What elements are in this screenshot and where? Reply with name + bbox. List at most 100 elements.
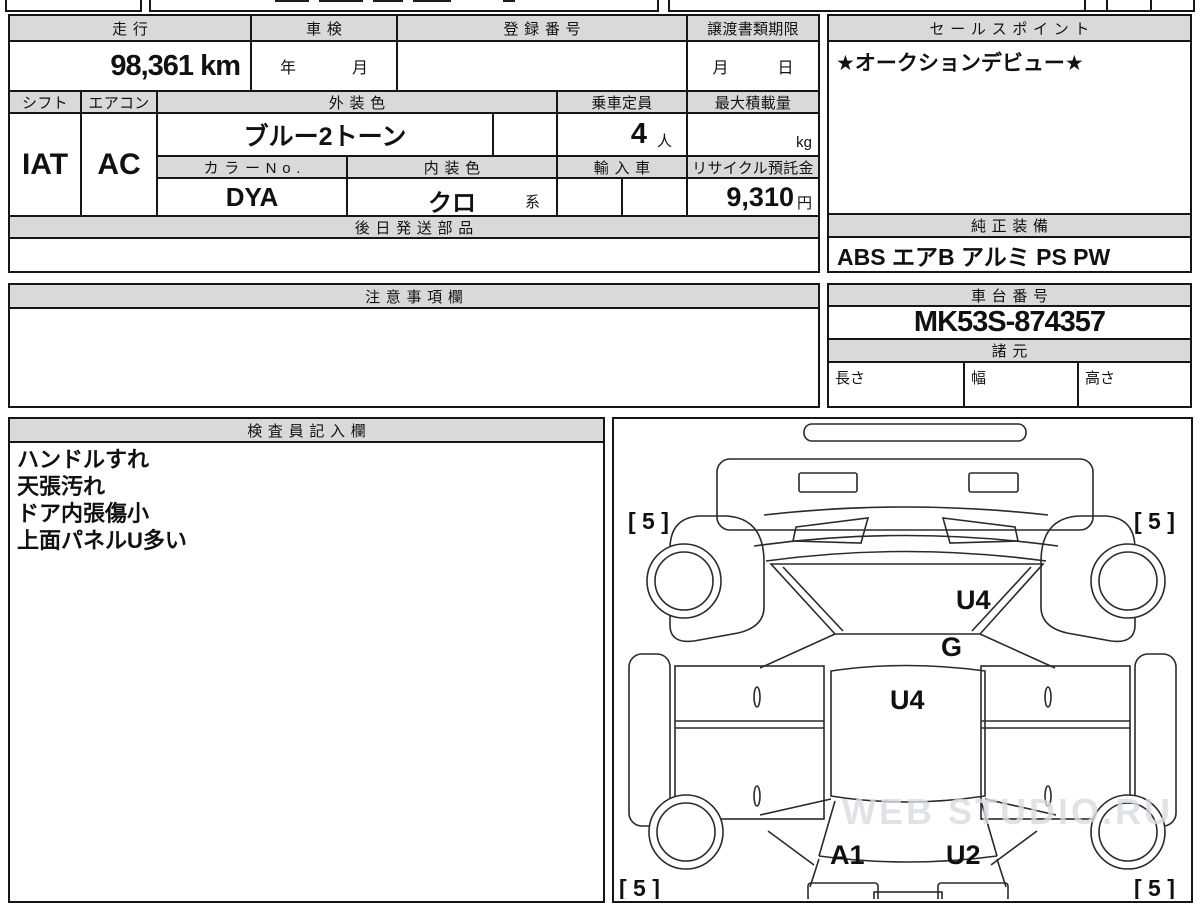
headlight-right [968, 472, 1019, 493]
color-no-value: DYA [156, 177, 348, 217]
max-load-header: 最大積載量 [686, 90, 820, 114]
tire-mark-rear-right: [ 5 ] [1134, 875, 1175, 899]
mileage-value: 98,361 km [8, 40, 252, 92]
color-no-header: カラーNo. [156, 155, 348, 179]
door-handle [1044, 686, 1052, 708]
cutoff-cell [668, 0, 1086, 12]
inspector-note-line: 上面パネルU多い [17, 528, 187, 553]
wheel-rear-left-inner [656, 802, 716, 862]
notes-header: 注意事項欄 [8, 283, 820, 309]
tire-mark-front-right: [ 5 ] [1134, 508, 1175, 534]
cutoff-text-remnant [413, 0, 451, 2]
door-handle [753, 785, 761, 807]
shift-header: シフト [8, 90, 82, 114]
watermark: WEB STUDIO.RU [842, 791, 1173, 832]
chassis-box: 車台番号 MK53S-874357 諸元 長さ 幅 高さ [827, 283, 1192, 408]
notes-box: 注意事項欄 [8, 283, 820, 408]
mileage-text: 98,361 km [110, 49, 241, 82]
sales-point-header: セールスポイント [827, 14, 1192, 42]
door-split-left [675, 720, 824, 729]
inspection-year-label: 年 [279, 60, 296, 77]
inspector-note-line: 天張汚れ [17, 474, 106, 499]
registration-no-header: 登録番号 [396, 14, 688, 42]
recycle-deposit-value: 9,310 円 [686, 177, 820, 217]
transfer-month-label: 月 [712, 60, 729, 77]
recycle-deposit-unit: 円 [796, 194, 812, 212]
mileage-header: 走行 [8, 14, 252, 42]
capacity-header: 乗車定員 [556, 90, 688, 114]
rear-bumper-right [937, 882, 1009, 899]
spec-height-cell: 高さ [1077, 361, 1192, 408]
aircon-value: AC [80, 112, 158, 217]
transfer-deadline-header: 譲渡書類期限 [686, 14, 820, 42]
aircon-header: エアコン [80, 90, 158, 114]
exterior-color-header: 外装色 [156, 90, 558, 114]
exterior-color-value: ブルー2トーン [156, 112, 494, 157]
inspection-date-cell: 年 月 [250, 40, 398, 92]
inspection-header: 車検 [250, 14, 398, 42]
damage-mark-roof: U4 [890, 685, 925, 715]
cutoff-cell [149, 0, 659, 12]
notes-body [8, 307, 820, 408]
max-load-value: kg [686, 112, 820, 157]
side-sill-left [628, 653, 671, 827]
interior-color-header: 内装色 [346, 155, 558, 179]
shift-value: IAT [8, 112, 82, 217]
cutoff-cell [1106, 0, 1152, 12]
cowl-arc-2 [765, 550, 1047, 562]
later-parts-cell [8, 237, 820, 273]
cutoff-cell [5, 0, 142, 12]
import-car-cell-2 [621, 177, 688, 217]
door-handle [753, 686, 761, 708]
damage-mark-right-pillar: G [941, 632, 962, 662]
quarter-diag-left [767, 830, 815, 866]
damage-diagram-box: WEB STUDIO.RU [5] [5] [5] [5] U4… [612, 417, 1193, 903]
tire-mark-rear-left: [ 5 ] [619, 875, 660, 899]
sales-point-body: ★オークションデビュー★ [827, 40, 1192, 215]
a-pillar-left [759, 633, 836, 669]
spec-length-label: 長さ [835, 370, 866, 387]
windshield-inner-left [782, 566, 844, 632]
capacity-number: 4 [630, 118, 647, 150]
import-car-cell-1 [556, 177, 623, 217]
damage-mark-rear-left: A1 [830, 840, 865, 870]
inspection-month-label: 月 [351, 60, 368, 77]
spec-width-cell: 幅 [963, 361, 1079, 408]
transfer-day-label: 日 [777, 60, 794, 77]
wheel-front-right-inner [1098, 551, 1158, 611]
sales-point-text: ★オークションデビュー★ [836, 52, 1084, 75]
cutoff-text-remnant [503, 0, 515, 2]
inspector-header: 検査員記入欄 [8, 417, 605, 443]
headlight-left [798, 472, 858, 493]
vehicle-info-table: 走行 車検 登録番号 譲渡書類期限 98,361 km 年 月 月 日 シフト … [8, 14, 820, 273]
import-car-header: 輸入車 [556, 155, 688, 179]
rear-bumper-left [807, 882, 879, 899]
transfer-deadline-cell: 月 日 [686, 40, 820, 92]
cutoff-text-remnant [319, 0, 363, 2]
max-load-unit: kg [796, 134, 812, 151]
cutoff-text-remnant [373, 0, 403, 2]
rear-bumper-center [873, 891, 943, 899]
front-panel [716, 458, 1094, 531]
equipment-header: 純正装備 [827, 213, 1192, 238]
inspector-body: ハンドルすれ 天張汚れ ドア内張傷小 上面パネルU多い [8, 441, 605, 903]
chassis-no-value: MK53S-874357 [827, 305, 1192, 340]
later-parts-header: 後日発送部品 [8, 215, 820, 239]
capacity-unit: 人 [656, 133, 672, 150]
equipment-body: ABS エアB アルミ PS PW [827, 236, 1192, 273]
inspector-note-line: ドア内張傷小 [17, 501, 150, 526]
spec-width-label: 幅 [971, 370, 987, 387]
spec-height-label: 高さ [1085, 370, 1116, 387]
damage-mark-rear-right: U2 [946, 840, 981, 870]
specs-header: 諸元 [827, 338, 1192, 363]
recycle-deposit-header: リサイクル預託金 [686, 155, 820, 179]
chassis-no-header: 車台番号 [827, 283, 1192, 307]
door-split-right [981, 720, 1130, 729]
spec-length-cell: 長さ [827, 361, 965, 408]
exterior-color-extra-cell [492, 112, 558, 157]
recycle-deposit-number: 9,310 [726, 181, 794, 212]
cutoff-cell [1084, 0, 1108, 12]
cowl-arc-1 [753, 534, 1059, 547]
interior-color-suffix: 系 [524, 194, 540, 211]
damage-mark-windshield: U4 [956, 585, 991, 615]
